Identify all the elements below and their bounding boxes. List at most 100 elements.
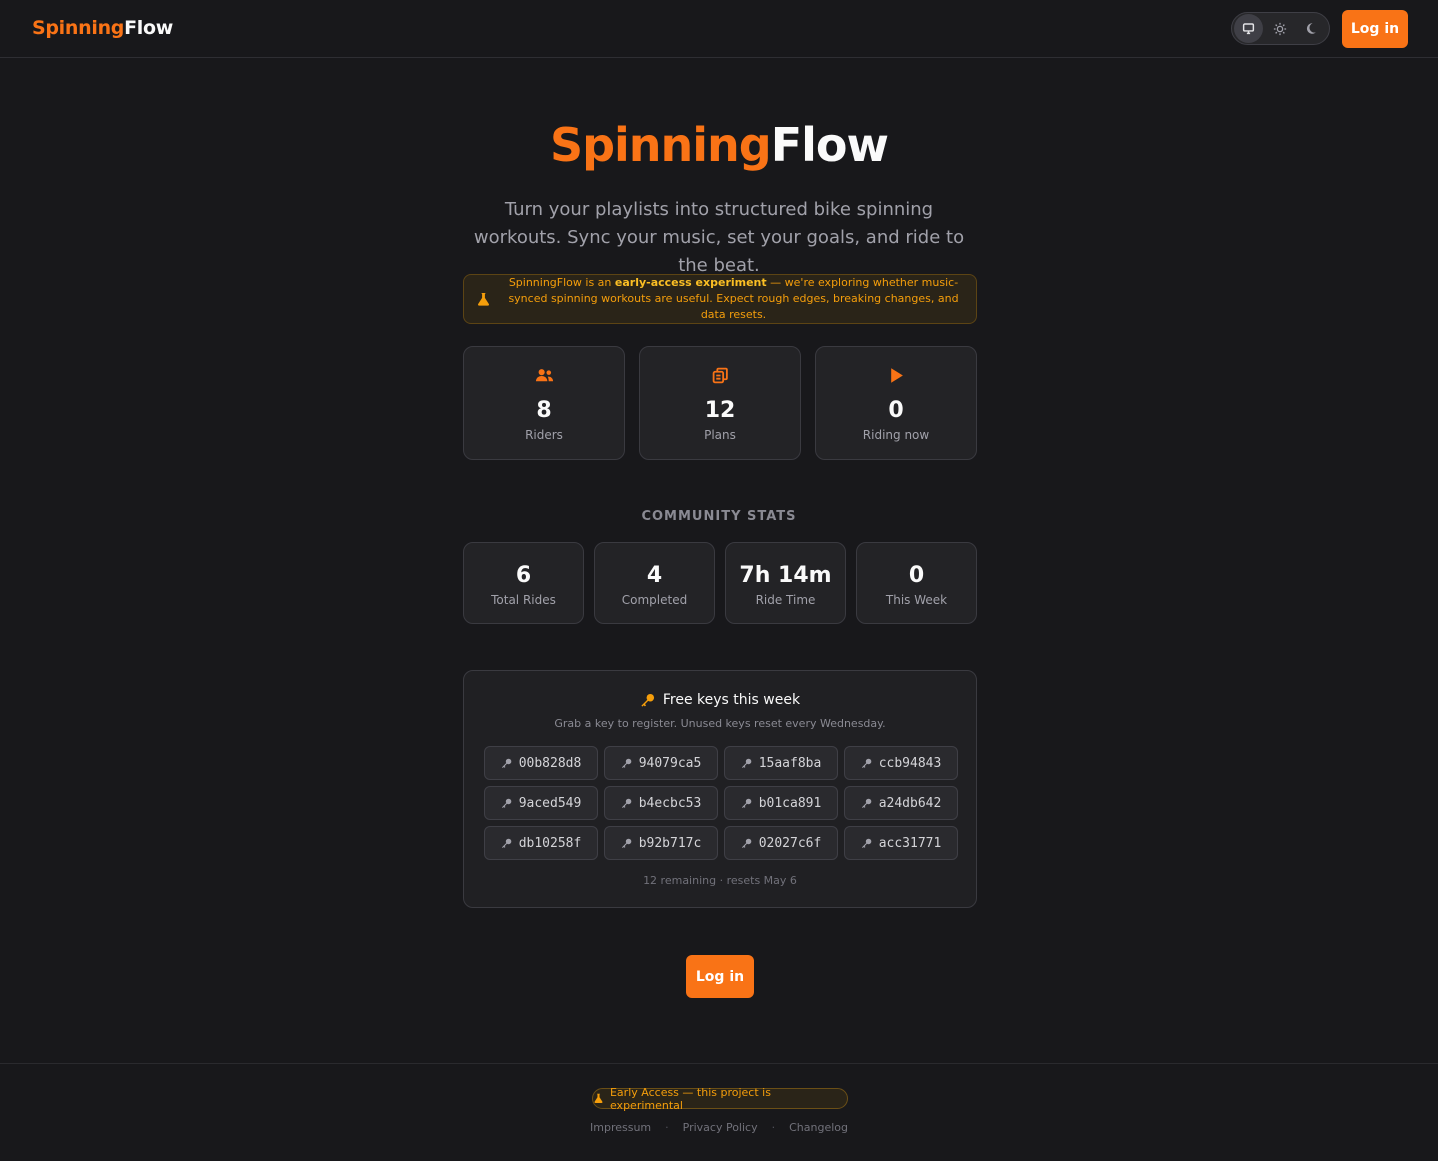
key-code: 00b828d8 (518, 755, 582, 771)
users-icon (535, 369, 553, 382)
flask-icon (477, 292, 490, 306)
theme-toggle (1231, 12, 1330, 45)
theme-system-button[interactable] (1234, 14, 1263, 43)
monitor-icon (1242, 23, 1255, 35)
footer-link-changelog[interactable]: Changelog (789, 1121, 848, 1134)
footer-links: Impressum · Privacy Policy · Changelog (0, 1121, 1438, 1134)
free-keys-title-text: Free keys this week (662, 692, 801, 708)
key-chip[interactable]: db10258f (484, 826, 598, 860)
stat-label: Riding now (862, 428, 930, 442)
community-card-this-week: 0 This Week (856, 542, 977, 624)
key-code: db10258f (518, 835, 582, 851)
key-chip[interactable]: 94079ca5 (604, 746, 718, 780)
stat-value: 12 (704, 398, 736, 423)
community-value: 6 (515, 563, 532, 588)
community-stats-title: COMMUNITY STATS (641, 509, 797, 524)
key-icon (621, 838, 631, 848)
key-chip[interactable]: 02027c6f (724, 826, 838, 860)
stat-icon-wrap (464, 367, 624, 387)
key-icon (741, 798, 751, 808)
key-chip[interactable]: acc31771 (844, 826, 958, 860)
key-chip[interactable]: 00b828d8 (484, 746, 598, 780)
key-chip[interactable]: 15aaf8ba (724, 746, 838, 780)
play-icon (890, 368, 903, 383)
banner-text: SpinningFlow is an early-access experime… (501, 275, 966, 323)
stat-icon-wrap (816, 367, 976, 387)
stat-card-riding-now: 0 Riding now (815, 346, 977, 460)
community-card-completed: 4 Completed (594, 542, 715, 624)
flask-icon (594, 1093, 603, 1103)
hero-title-part2: Flow (770, 118, 889, 172)
key-code: 9aced549 (518, 795, 582, 811)
key-chip[interactable]: b01ca891 (724, 786, 838, 820)
community-label: Total Rides (491, 593, 556, 607)
footer-separator: · (771, 1121, 776, 1134)
key-chip[interactable]: a24db642 (844, 786, 958, 820)
moon-icon (1306, 23, 1316, 34)
community-label: Ride Time (755, 593, 816, 607)
key-icon (741, 838, 751, 848)
community-card-ride-time: 7h 14m Ride Time (725, 542, 846, 624)
hero-title-part1: Spinning (549, 118, 772, 172)
key-icon (741, 758, 751, 768)
login-button-main[interactable]: Log in (686, 955, 754, 998)
footer-link-privacy-policy[interactable]: Privacy Policy (683, 1121, 758, 1134)
key-code: b4ecbc53 (638, 795, 702, 811)
top-bar: SpinningFlow Log in (0, 0, 1438, 58)
early-access-badge: Early Access — this project is experimen… (592, 1085, 848, 1112)
theme-light-button[interactable] (1265, 14, 1294, 43)
community-value: 7h 14m (739, 563, 832, 588)
stat-label: Plans (704, 428, 736, 442)
key-icon (861, 838, 871, 848)
free-keys-panel: Free keys this week Grab a key to regist… (463, 670, 977, 908)
key-icon (501, 798, 511, 808)
community-label: Completed (621, 593, 688, 607)
stat-value: 0 (888, 398, 904, 423)
community-label: This Week (885, 593, 948, 607)
key-code: 02027c6f (758, 835, 822, 851)
hero-title: SpinningFlow (0, 118, 1438, 172)
brand-part2: Flow (124, 17, 173, 39)
stat-value: 8 (536, 398, 552, 423)
key-icon (621, 758, 631, 768)
keys-remaining: 12 remaining · resets May 6 (643, 874, 797, 887)
community-value: 0 (908, 563, 925, 588)
key-chip[interactable]: b92b717c (604, 826, 718, 860)
key-icon (501, 838, 511, 848)
free-keys-subtitle: Grab a key to register. Unused keys rese… (554, 717, 886, 730)
theme-dark-button[interactable] (1296, 14, 1325, 43)
key-icon (501, 758, 511, 768)
key-code: b01ca891 (758, 795, 822, 811)
key-code: acc31771 (878, 835, 942, 851)
key-icon (621, 798, 631, 808)
key-chip[interactable]: 9aced549 (484, 786, 598, 820)
footer-link-impressum[interactable]: Impressum (590, 1121, 651, 1134)
footer: Early Access — this project is experimen… (0, 1063, 1438, 1161)
community-card-total-rides: 6 Total Rides (463, 542, 584, 624)
brand-part1: Spinning (32, 17, 125, 39)
banner-text-pre: SpinningFlow is an (508, 276, 615, 289)
key-icon (861, 798, 871, 808)
key-code: a24db642 (878, 795, 942, 811)
key-code: ccb94843 (878, 755, 942, 771)
key-chip[interactable]: ccb94843 (844, 746, 958, 780)
community-value: 4 (646, 563, 663, 588)
documents-icon (712, 367, 728, 384)
stat-icon-wrap (640, 367, 800, 387)
key-code: 94079ca5 (638, 755, 702, 771)
footer-separator: · (665, 1121, 669, 1134)
key-icon (861, 758, 871, 768)
early-access-badge-text: Early Access — this project is experimen… (609, 1085, 771, 1112)
stat-card-riders: 8 Riders (463, 346, 625, 460)
login-button-header[interactable]: Log in (1342, 10, 1408, 48)
key-icon (641, 693, 654, 707)
banner-text-bold: early-access experiment (614, 276, 767, 289)
key-code: b92b717c (638, 835, 702, 851)
key-code: 15aaf8ba (758, 755, 822, 771)
free-keys-title: Free keys this week (464, 692, 976, 708)
brand-logo[interactable]: SpinningFlow (32, 17, 173, 39)
key-chip[interactable]: b4ecbc53 (604, 786, 718, 820)
early-access-banner: SpinningFlow is an early-access experime… (463, 274, 977, 324)
stat-card-plans: 12 Plans (639, 346, 801, 460)
hero-subtitle: Turn your playlists into structured bike… (473, 199, 965, 276)
